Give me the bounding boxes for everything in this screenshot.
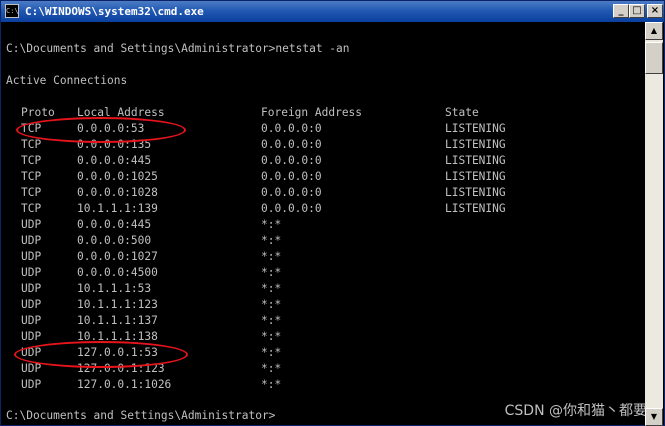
scroll-thumb[interactable] bbox=[645, 42, 663, 74]
scroll-up-button[interactable]: ▲ bbox=[645, 22, 663, 40]
cell-proto: UDP bbox=[21, 298, 42, 311]
cell-local-address: 0.0.0.0:445 bbox=[77, 154, 152, 167]
cell-proto: TCP bbox=[21, 202, 42, 215]
cell-local-address: 0.0.0.0:445 bbox=[77, 218, 152, 231]
table-row: TCP 0.0.0.0:445 0.0.0.0:0 LISTENING bbox=[6, 153, 644, 169]
cell-foreign-address: *:* bbox=[261, 234, 282, 247]
cell-foreign-address: 0.0.0.0:0 bbox=[261, 202, 322, 215]
cell-local-address: 0.0.0.0:1025 bbox=[77, 170, 158, 183]
scroll-down-button[interactable]: ▼ bbox=[645, 408, 663, 426]
cell-proto: UDP bbox=[21, 250, 42, 263]
table-row: TCP 10.1.1.1:139 0.0.0.0:0 LISTENING bbox=[6, 201, 644, 217]
highlight-ellipse-udp-53 bbox=[14, 341, 188, 368]
column-header-foreign-address: Foreign Address bbox=[261, 106, 363, 119]
cell-proto: UDP bbox=[21, 266, 42, 279]
cell-foreign-address: 0.0.0.0:0 bbox=[261, 138, 322, 151]
cell-foreign-address: *:* bbox=[261, 250, 282, 263]
cell-local-address: 10.1.1.1:123 bbox=[77, 298, 158, 311]
cell-foreign-address: *:* bbox=[261, 346, 282, 359]
cell-foreign-address: 0.0.0.0:0 bbox=[261, 186, 322, 199]
table-row: TCP 0.0.0.0:1025 0.0.0.0:0 LISTENING bbox=[6, 169, 644, 185]
csdn-watermark: CSDN @你和猫丶都要 bbox=[504, 403, 647, 419]
cell-proto: UDP bbox=[21, 378, 42, 391]
cell-foreign-address: 0.0.0.0:0 bbox=[261, 122, 322, 135]
table-row: UDP 0.0.0.0:1027 *:* bbox=[6, 249, 644, 265]
cell-local-address: 0.0.0.0:500 bbox=[77, 234, 152, 247]
table-row: UDP 10.1.1.1:137 *:* bbox=[6, 313, 644, 329]
vertical-scrollbar[interactable]: ▲ ▼ bbox=[645, 22, 663, 426]
cell-proto: TCP bbox=[21, 170, 42, 183]
table-row: UDP 0.0.0.0:4500 *:* bbox=[6, 265, 644, 281]
cell-proto: UDP bbox=[21, 330, 42, 343]
cell-foreign-address: *:* bbox=[261, 282, 282, 295]
table-row: UDP 0.0.0.0:445 *:* bbox=[6, 217, 644, 233]
cell-proto: TCP bbox=[21, 154, 42, 167]
cell-state: LISTENING bbox=[445, 154, 506, 167]
cell-foreign-address: 0.0.0.0:0 bbox=[261, 154, 322, 167]
title-bar[interactable]: C:\ C:\WINDOWS\system32\cmd.exe _ □ × bbox=[1, 1, 664, 22]
table-row: UDP 0.0.0.0:500 *:* bbox=[6, 233, 644, 249]
cell-foreign-address: *:* bbox=[261, 298, 282, 311]
cell-proto: TCP bbox=[21, 186, 42, 199]
cell-local-address: 0.0.0.0:1028 bbox=[77, 186, 158, 199]
cell-foreign-address: *:* bbox=[261, 330, 282, 343]
cell-local-address: 127.0.0.1:1026 bbox=[77, 378, 172, 391]
cell-state: LISTENING bbox=[445, 170, 506, 183]
cell-foreign-address: *:* bbox=[261, 218, 282, 231]
column-header-state: State bbox=[445, 106, 479, 119]
table-row: UDP 10.1.1.1:123 *:* bbox=[6, 297, 644, 313]
table-row: TCP 0.0.0.0:1028 0.0.0.0:0 LISTENING bbox=[6, 185, 644, 201]
cell-foreign-address: *:* bbox=[261, 362, 282, 375]
cell-foreign-address: *:* bbox=[261, 266, 282, 279]
minimize-button[interactable]: _ bbox=[613, 4, 629, 18]
section-heading: Active Connections bbox=[6, 74, 128, 87]
final-prompt: C:\Documents and Settings\Administrator> bbox=[6, 409, 276, 422]
table-row: UDP 127.0.0.1:1026 *:* bbox=[6, 377, 644, 393]
table-row: UDP 10.1.1.1:53 *:* bbox=[6, 281, 644, 297]
window-title: C:\WINDOWS\system32\cmd.exe bbox=[25, 5, 204, 18]
cmd-icon[interactable]: C:\ bbox=[5, 4, 19, 18]
cell-state: LISTENING bbox=[445, 186, 506, 199]
cell-foreign-address: 0.0.0.0:0 bbox=[261, 170, 322, 183]
cell-local-address: 0.0.0.0:1027 bbox=[77, 250, 158, 263]
cell-state: LISTENING bbox=[445, 138, 506, 151]
cell-state: LISTENING bbox=[445, 202, 506, 215]
cell-proto: UDP bbox=[21, 282, 42, 295]
cell-state: LISTENING bbox=[445, 122, 506, 135]
cell-proto: UDP bbox=[21, 218, 42, 231]
command-line: C:\Documents and Settings\Administrator>… bbox=[6, 42, 350, 55]
cell-local-address: 10.1.1.1:139 bbox=[77, 202, 158, 215]
cell-proto: UDP bbox=[21, 234, 42, 247]
cell-local-address: 10.1.1.1:53 bbox=[77, 282, 152, 295]
close-button[interactable]: × bbox=[647, 4, 663, 18]
cell-foreign-address: *:* bbox=[261, 314, 282, 327]
highlight-ellipse-tcp-53 bbox=[16, 117, 186, 143]
cell-foreign-address: *:* bbox=[261, 378, 282, 391]
cell-proto: TCP bbox=[21, 138, 42, 151]
cell-local-address: 0.0.0.0:4500 bbox=[77, 266, 158, 279]
maximize-button[interactable]: □ bbox=[629, 4, 645, 18]
cell-local-address: 10.1.1.1:137 bbox=[77, 314, 158, 327]
cell-proto: UDP bbox=[21, 314, 42, 327]
